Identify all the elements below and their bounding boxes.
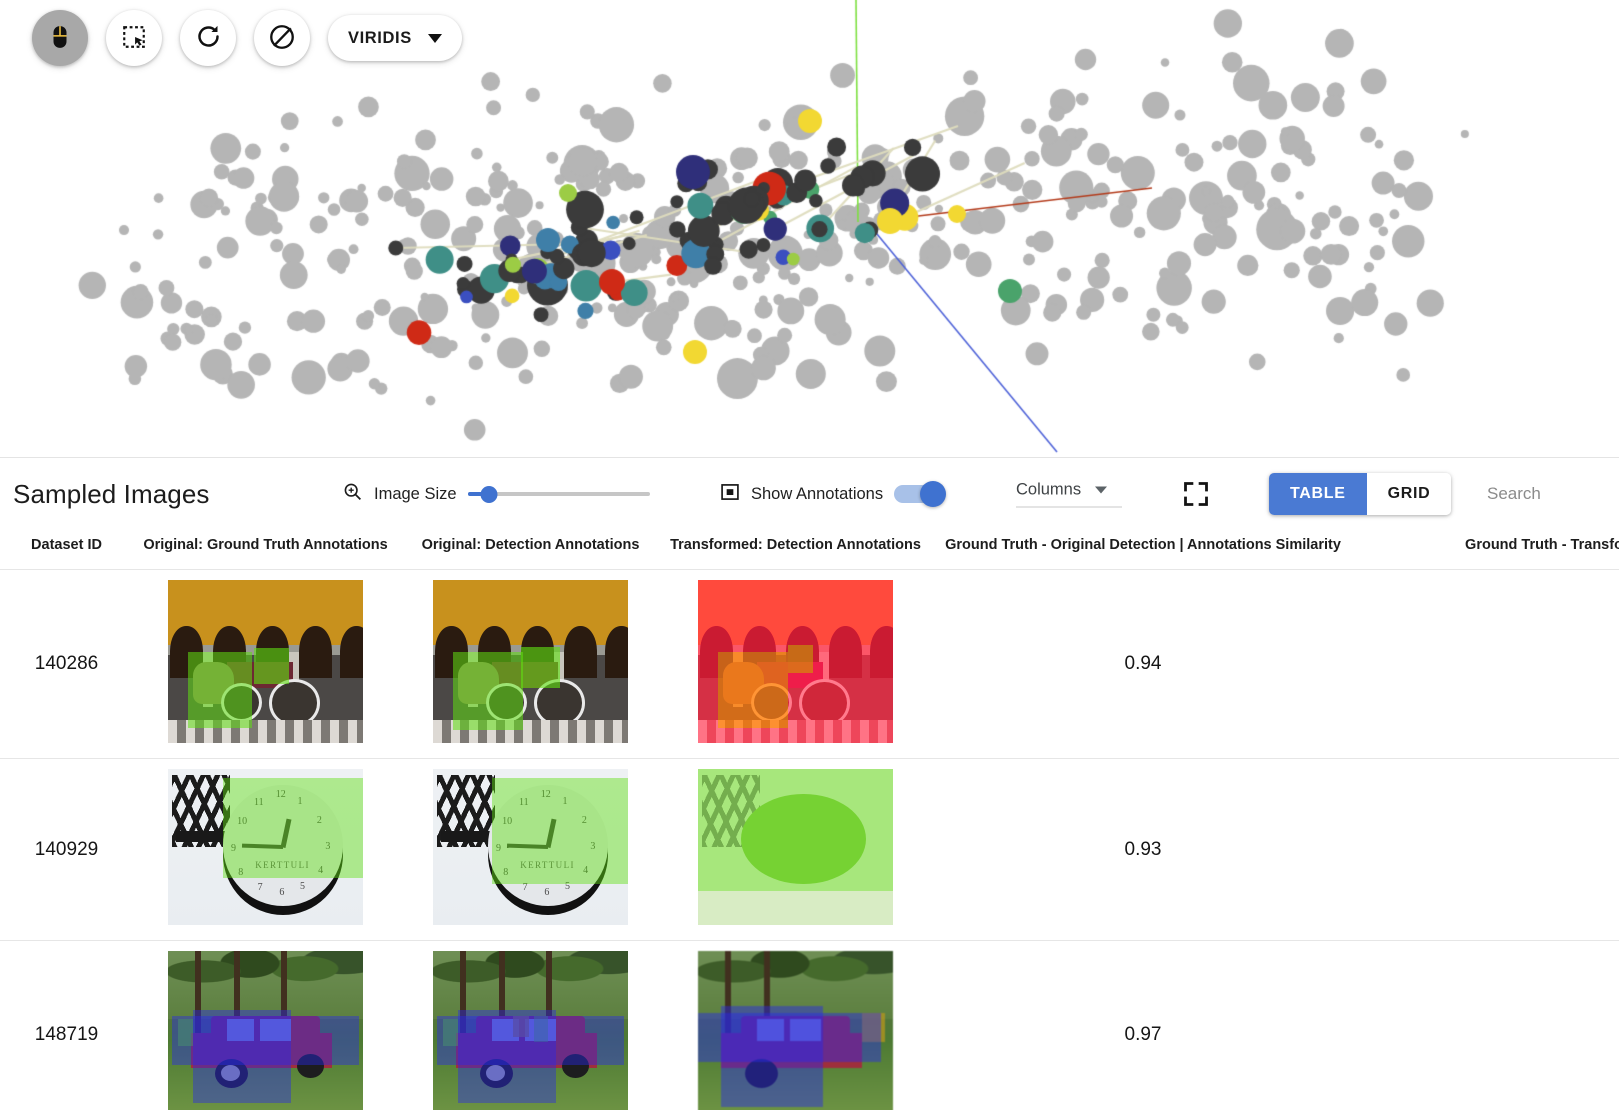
cell-original-ground-truth[interactable]: 12 11 10 9 8 7 6 5 4 3 2 1 KERTTULI: [133, 758, 398, 941]
thumbnail-image[interactable]: [698, 769, 893, 925]
table-row[interactable]: 140286 0.94: [0, 569, 1619, 759]
search-input[interactable]: [1487, 484, 1617, 504]
table-header-row: Dataset ID Original: Ground Truth Annota…: [0, 529, 1619, 570]
show-annotations-label: Show Annotations: [751, 484, 884, 503]
image-size-slider[interactable]: [467, 484, 650, 504]
table-row[interactable]: 140929 12 11 10 9 8 7 6 5 4 3 2 1 KERTTU…: [0, 758, 1619, 941]
thumbnail-image[interactable]: [433, 580, 628, 743]
reset-view-button[interactable]: [180, 10, 236, 66]
app-root: VIRIDIS Sampled Images Image Size Show A…: [0, 0, 1619, 1110]
annotation-box: [222, 778, 363, 879]
columns-dropdown[interactable]: Columns: [1016, 481, 1122, 508]
cell-dataset-id: 140286: [0, 569, 133, 759]
colormap-dropdown[interactable]: VIRIDIS: [328, 15, 462, 61]
column-header-original-gt[interactable]: Original: Ground Truth Annotations: [133, 529, 398, 570]
search-box[interactable]: [1487, 484, 1617, 504]
annotation-box: [187, 651, 252, 729]
thumbnail-image[interactable]: [698, 951, 893, 1110]
embedding-plot-panel[interactable]: VIRIDIS: [0, 0, 1619, 458]
table-row[interactable]: 148719 0.97: [0, 940, 1619, 1110]
chevron-down-icon: [1095, 486, 1108, 494]
sampled-images-table: Dataset ID Original: Ground Truth Annota…: [0, 529, 1619, 1110]
annotation-box: [721, 1006, 823, 1108]
image-size-label: Image Size: [374, 484, 457, 503]
toggle-knob[interactable]: [920, 481, 947, 507]
view-mode-toggle[interactable]: TABLE GRID: [1269, 473, 1452, 515]
cell-similarity-original: 0.93: [928, 758, 1358, 941]
colormap-label: VIRIDIS: [348, 28, 412, 47]
no-entry-icon: [268, 23, 296, 54]
thumbnail-image[interactable]: 12 11 10 9 8 7 6 5 4 3 2 1 KERTTULI: [433, 769, 628, 925]
image-size-control[interactable]: Image Size: [342, 481, 650, 507]
annotation-box: [787, 645, 814, 673]
columns-label: Columns: [1016, 480, 1082, 499]
thumbnail-image[interactable]: [433, 951, 628, 1110]
cell-similarity-transformed: [1358, 940, 1619, 1110]
table-toolbar: Sampled Images Image Size Show Annotatio…: [0, 459, 1619, 529]
annotation-box: [458, 1009, 556, 1103]
marquee-select-icon: [121, 24, 147, 53]
refresh-icon: [195, 23, 222, 53]
thumbnail-image[interactable]: [168, 951, 363, 1110]
show-annotations-control[interactable]: Show Annotations: [720, 481, 947, 507]
slider-thumb[interactable]: [480, 485, 498, 503]
cell-original-detection[interactable]: 12 11 10 9 8 7 6 5 4 3 2 1 KERTTULI: [398, 758, 663, 941]
cell-original-ground-truth[interactable]: [133, 569, 398, 759]
marquee-select-button[interactable]: [106, 10, 162, 66]
thumbnail-image[interactable]: 12 11 10 9 8 7 6 5 4 3 2 1 KERTTULI: [168, 769, 363, 925]
view-mode-table[interactable]: TABLE: [1269, 473, 1367, 515]
plot-toolbar: VIRIDIS: [32, 10, 462, 66]
cell-similarity-transformed: [1358, 569, 1619, 759]
cell-original-ground-truth[interactable]: [133, 940, 398, 1110]
zoom-in-icon: [342, 481, 363, 507]
annotation-icon: [720, 482, 740, 507]
thumbnail-image[interactable]: [698, 580, 893, 743]
column-header-original-det[interactable]: Original: Detection Annotations: [398, 529, 663, 570]
cell-original-detection[interactable]: [398, 940, 663, 1110]
cell-similarity-original: 0.94: [928, 569, 1358, 759]
sampled-images-panel: Sampled Images Image Size Show Annotatio…: [0, 459, 1619, 1110]
annotation-box: [193, 1009, 291, 1103]
cell-similarity-transformed: [1358, 758, 1619, 941]
show-annotations-toggle[interactable]: [894, 481, 947, 507]
view-mode-grid[interactable]: GRID: [1366, 473, 1452, 515]
page-title: Sampled Images: [13, 478, 210, 509]
cell-transformed-detection[interactable]: [663, 569, 928, 759]
column-header-dataset-id[interactable]: Dataset ID: [0, 529, 133, 570]
clear-selection-button[interactable]: [254, 10, 310, 66]
annotation-box: [520, 646, 560, 688]
cell-dataset-id: 140929: [0, 758, 133, 941]
embedding-scatter-canvas[interactable]: [0, 0, 1619, 457]
annotation-box: [698, 769, 893, 891]
fullscreen-button[interactable]: [1182, 480, 1210, 508]
mouse-mode-button[interactable]: [32, 10, 88, 66]
cell-transformed-detection[interactable]: [663, 758, 928, 941]
column-header-sim-transformed[interactable]: Ground Truth - Transformed De: [1358, 529, 1619, 570]
fullscreen-icon: [1184, 482, 1208, 506]
annotation-box: [491, 778, 628, 885]
mouse-icon: [47, 24, 73, 53]
cell-dataset-id: 148719: [0, 940, 133, 1110]
annotation-box: [452, 651, 523, 730]
column-header-transformed-det[interactable]: Transformed: Detection Annotations: [663, 529, 928, 570]
thumbnail-image[interactable]: [168, 580, 363, 743]
annotation-box: [253, 648, 289, 685]
cell-similarity-original: 0.97: [928, 940, 1358, 1110]
cell-original-detection[interactable]: [398, 569, 663, 759]
annotation-box: [717, 651, 788, 729]
chevron-down-icon: [427, 33, 442, 43]
column-header-sim-original[interactable]: Ground Truth - Original Detection | Anno…: [928, 529, 1358, 570]
cell-transformed-detection[interactable]: [663, 940, 928, 1110]
